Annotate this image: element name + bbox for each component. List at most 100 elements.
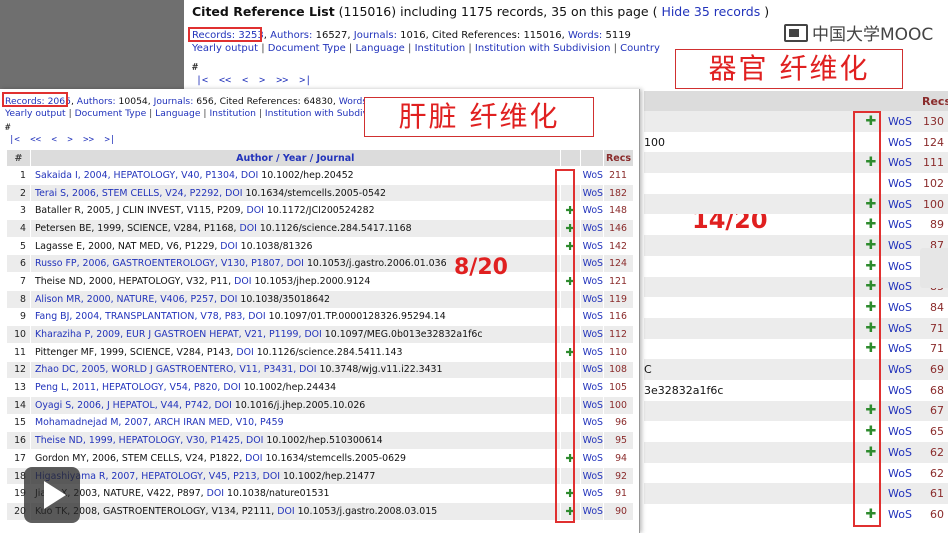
pager[interactable]: |< << < > >> >| xyxy=(196,75,311,86)
wos-link[interactable]: WoS xyxy=(579,378,605,397)
doi-label[interactable]: DOI xyxy=(223,382,240,393)
wos-link[interactable]: WoS xyxy=(579,307,605,327)
doi-label[interactable]: DOI xyxy=(220,294,237,305)
wos-link[interactable]: WoS xyxy=(888,446,922,459)
wos-link[interactable]: WoS xyxy=(579,289,605,309)
wos-link[interactable]: WoS xyxy=(579,484,605,504)
col-author-year-journal[interactable]: Author / Year / Journal xyxy=(30,149,561,167)
wos-link[interactable]: WoS xyxy=(579,325,605,344)
journals-link[interactable]: Journals: xyxy=(154,96,194,107)
nav-link[interactable]: Country xyxy=(620,43,660,54)
wos-link[interactable]: WoS xyxy=(579,183,605,203)
row-number: 15 xyxy=(6,413,31,433)
wos-link[interactable]: WoS xyxy=(579,201,605,221)
reference-cell[interactable]: Fang BJ, 2004, TRANSPLANTATION, V78, P83… xyxy=(30,307,561,327)
pager[interactable]: |< << < > >> >| xyxy=(9,135,115,145)
wos-link[interactable]: WoS xyxy=(888,404,922,417)
reference-cell[interactable]: Oyagi S, 2006, J HEPATOL, V44, P742, DOI… xyxy=(30,395,561,415)
wos-link[interactable]: WoS xyxy=(579,342,605,362)
reference-cell[interactable]: Alison MR, 2000, NATURE, V406, P257, DOI… xyxy=(30,289,561,309)
col-recs[interactable]: Recs xyxy=(603,149,634,167)
reference-cell[interactable]: Theise ND, 1999, HEPATOLOGY, V30, P1425,… xyxy=(30,431,561,450)
journals-link[interactable]: Journals: xyxy=(354,30,397,41)
doi-label[interactable]: DOI xyxy=(225,188,242,199)
wos-link[interactable]: WoS xyxy=(888,239,922,252)
doi-label[interactable]: DOI xyxy=(207,488,224,499)
wos-link[interactable]: WoS xyxy=(888,136,922,149)
wos-link[interactable]: WoS xyxy=(579,413,605,433)
wos-link[interactable]: WoS xyxy=(888,487,922,500)
nav-link[interactable]: Institution xyxy=(209,108,256,119)
reference-cell[interactable]: Mohamadnejad M, 2007, ARCH IRAN MED, V10… xyxy=(30,413,561,433)
reference-cell[interactable]: Zhao DC, 2005, WORLD J GASTROENTERO, V11… xyxy=(30,360,561,380)
wos-link[interactable]: WoS xyxy=(888,198,922,211)
ref-fragment: 3e32832a1f6c xyxy=(644,383,724,397)
doi-label[interactable]: DOI xyxy=(215,400,232,411)
reference-cell[interactable]: Terai S, 2006, STEM CELLS, V24, P2292, D… xyxy=(30,183,561,203)
wos-link[interactable]: WoS xyxy=(888,156,922,169)
recs-count: 112 xyxy=(603,325,634,344)
wos-link[interactable]: WoS xyxy=(579,466,605,486)
doi-label[interactable]: DOI xyxy=(248,311,265,322)
wos-link[interactable]: WoS xyxy=(579,166,605,185)
doi-label[interactable]: DOI xyxy=(239,223,256,234)
wos-link[interactable]: WoS xyxy=(579,431,605,450)
nav-link[interactable]: Language xyxy=(355,43,404,54)
table-row: C WoS 69 xyxy=(644,359,948,380)
wos-link[interactable]: WoS xyxy=(888,508,922,521)
words-link[interactable]: Words: xyxy=(568,30,602,41)
doi-label[interactable]: DOI xyxy=(287,258,304,269)
hide-records-link[interactable]: Hide 35 records xyxy=(661,4,760,19)
reference-cell[interactable]: Sakaida I, 2004, HEPATOLOGY, V40, P1304,… xyxy=(30,166,561,185)
nav-link[interactable]: Institution xyxy=(415,43,466,54)
wos-link[interactable]: WoS xyxy=(579,254,605,274)
wos-link[interactable]: WoS xyxy=(888,260,922,273)
wos-link[interactable]: WoS xyxy=(579,449,605,468)
wos-link[interactable]: WoS xyxy=(579,395,605,415)
doi-label[interactable]: DOI xyxy=(277,506,294,517)
nav-link[interactable]: Document Type xyxy=(268,43,346,54)
doi-label[interactable]: DOI xyxy=(234,276,251,287)
wos-link[interactable]: WoS xyxy=(888,301,922,314)
wos-link[interactable]: WoS xyxy=(888,384,922,397)
reference-cell[interactable]: Kharaziha P, 2009, EUR J GASTROEN HEPAT,… xyxy=(30,325,561,344)
nav-link[interactable]: Document Type xyxy=(75,108,147,119)
doi-label[interactable]: DOI xyxy=(236,347,253,358)
wos-link[interactable]: WoS xyxy=(579,360,605,380)
doi-label[interactable]: DOI xyxy=(241,170,258,181)
wos-link[interactable]: WoS xyxy=(579,502,605,521)
nav-link[interactable]: Yearly output xyxy=(192,43,258,54)
wos-link[interactable]: WoS xyxy=(888,322,922,335)
recs-count: 124 xyxy=(923,135,944,149)
wos-link[interactable]: WoS xyxy=(579,272,605,291)
reference-cell[interactable]: Higashiyama R, 2007, HEPATOLOGY, V45, P2… xyxy=(30,466,561,486)
wos-link[interactable]: WoS xyxy=(888,425,922,438)
doi-label[interactable]: DOI xyxy=(220,241,237,252)
recs-count: 111 xyxy=(923,156,944,170)
wos-link[interactable]: WoS xyxy=(888,342,922,355)
wos-link[interactable]: WoS xyxy=(579,236,605,256)
wos-link[interactable]: WoS xyxy=(888,467,922,480)
doi-label[interactable]: DOI xyxy=(247,205,264,216)
wos-link[interactable]: WoS xyxy=(888,363,922,376)
play-button[interactable] xyxy=(24,467,80,523)
side-handle[interactable] xyxy=(920,248,948,288)
wos-link[interactable]: WoS xyxy=(579,219,605,238)
recs-count: 105 xyxy=(603,378,634,397)
reference-cell[interactable]: Peng L, 2011, HEPATOLOGY, V54, P820, DOI… xyxy=(30,378,561,397)
doi-label[interactable]: DOI xyxy=(245,453,262,464)
wos-link[interactable]: WoS xyxy=(888,115,922,128)
doi-label[interactable]: DOI xyxy=(299,364,316,375)
nav-link[interactable]: Language xyxy=(155,108,200,119)
authors-link[interactable]: Authors: xyxy=(270,30,312,41)
doi-label[interactable]: DOI xyxy=(263,471,280,482)
doi-label[interactable]: DOI xyxy=(246,435,263,446)
wos-link[interactable]: WoS xyxy=(888,177,922,190)
nav-link[interactable]: Yearly output xyxy=(5,108,66,119)
wos-link[interactable]: WoS xyxy=(888,218,922,231)
doi-value: 10.1016/j.jhep.2005.10.026 xyxy=(234,399,366,411)
wos-link[interactable]: WoS xyxy=(888,280,922,293)
doi-label[interactable]: DOI xyxy=(304,329,321,340)
authors-link[interactable]: Authors: xyxy=(77,96,116,107)
nav-link[interactable]: Institution with Subdivision xyxy=(475,43,610,54)
